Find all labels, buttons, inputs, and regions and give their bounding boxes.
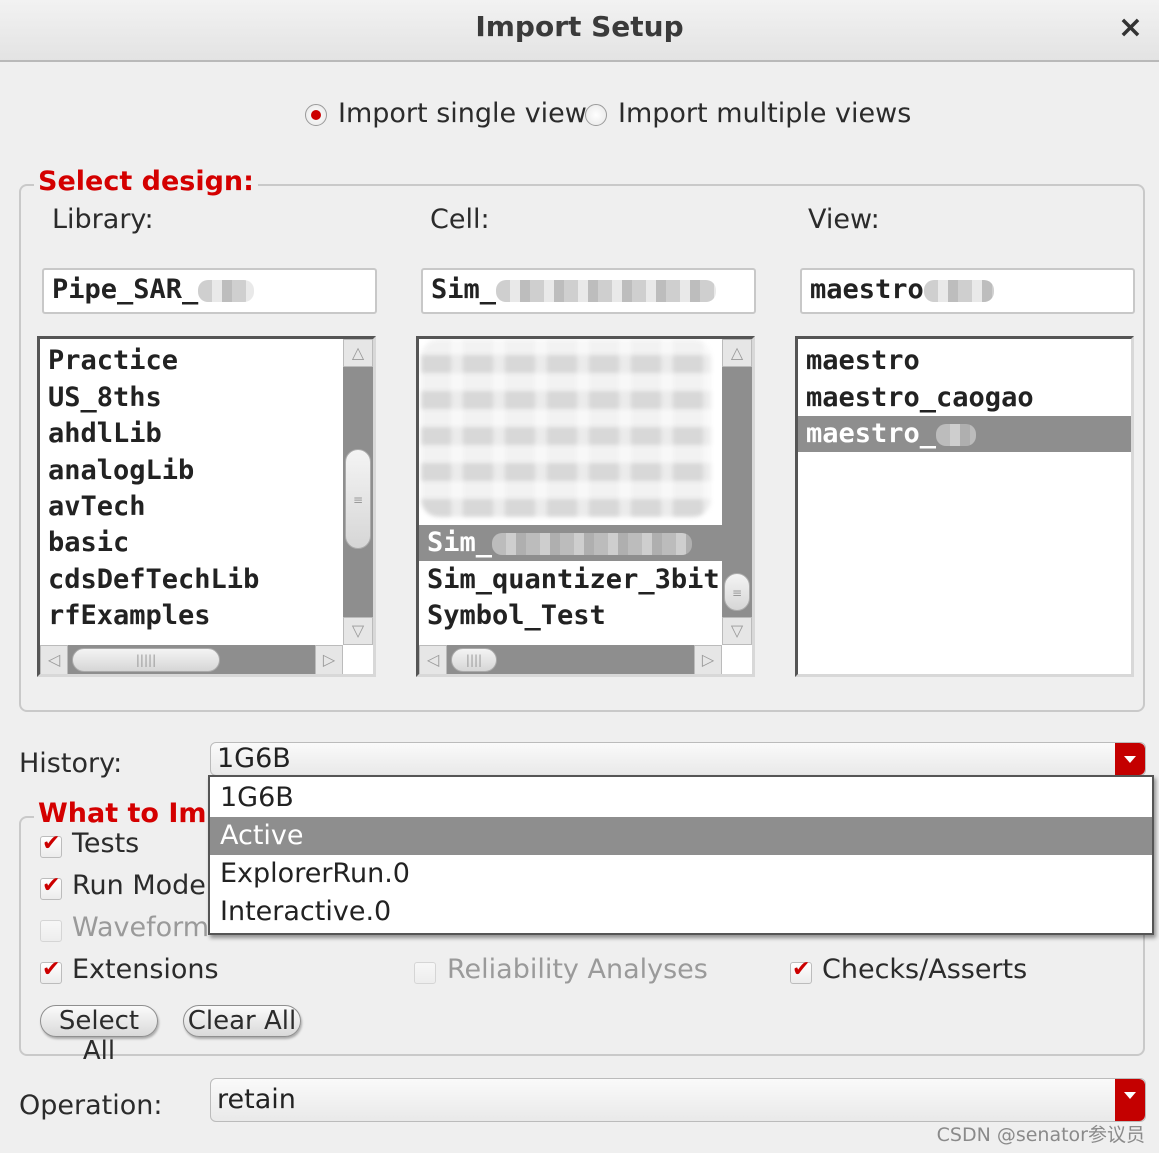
window-title: Import Setup xyxy=(475,10,684,43)
list-item[interactable]: maestro xyxy=(806,343,920,379)
checks-asserts-checkbox[interactable] xyxy=(790,957,812,984)
view-label: View: xyxy=(808,204,880,235)
list-item-label: Sim_ xyxy=(427,527,493,558)
redacted-blur xyxy=(496,279,717,302)
waveform-label: Waveform xyxy=(72,912,210,943)
list-item[interactable]: US_8ths xyxy=(48,380,162,416)
waveform-checkbox[interactable] xyxy=(40,920,62,942)
import-multiple-views-radio[interactable] xyxy=(585,104,607,126)
list-item[interactable]: Practice xyxy=(48,343,178,379)
list-item-selected[interactable]: maestro_ xyxy=(806,416,977,452)
scroll-right-icon[interactable]: ▷ xyxy=(694,645,722,674)
scroll-thumb[interactable]: ≡ xyxy=(724,573,750,611)
list-item[interactable]: Sim_quantizer_3bit xyxy=(427,562,720,598)
scroll-right-icon[interactable]: ▷ xyxy=(315,645,343,674)
select-all-button[interactable]: Select All xyxy=(40,1005,158,1066)
history-value: 1G6B xyxy=(217,743,291,774)
list-item[interactable]: Symbol_Test xyxy=(427,598,606,634)
extensions-checkbox[interactable] xyxy=(40,957,62,984)
scroll-up-icon[interactable]: △ xyxy=(343,339,373,367)
scroll-down-icon[interactable]: ▽ xyxy=(343,617,373,645)
library-label: Library: xyxy=(52,204,154,235)
cell-list[interactable]: Sim_ Sim_quantizer_3bit Symbol_Test △ ≡ … xyxy=(416,336,755,677)
operation-value: retain xyxy=(217,1084,296,1115)
run-mode-checkbox[interactable] xyxy=(40,873,62,900)
dropdown-option[interactable]: ExplorerRun.0 xyxy=(210,855,1152,893)
list-item[interactable]: maestro_caogao xyxy=(806,380,1034,416)
view-list[interactable]: maestro maestro_caogao maestro_ xyxy=(795,336,1134,677)
view-field[interactable]: maestro xyxy=(800,268,1135,314)
view-field-value: maestro xyxy=(810,274,924,305)
list-item[interactable]: analogLib xyxy=(48,453,194,489)
library-list[interactable]: Practice US_8ths ahdlLib analogLib avTec… xyxy=(37,336,376,677)
history-label: History: xyxy=(19,748,123,779)
dropdown-option-highlighted[interactable]: Active xyxy=(210,817,1152,855)
redacted-mosaic xyxy=(421,339,711,517)
list-item[interactable]: avTech xyxy=(48,489,146,525)
list-item[interactable]: cdsDefTechLib xyxy=(48,562,259,598)
redacted-blur xyxy=(198,279,255,302)
library-field[interactable]: Pipe_SAR_ xyxy=(42,268,377,314)
extensions-label: Extensions xyxy=(72,954,219,985)
scroll-thumb[interactable]: ||||| xyxy=(72,648,220,672)
import-single-view-label: Import single view xyxy=(338,98,587,129)
scroll-up-icon[interactable]: △ xyxy=(722,339,752,367)
library-field-value: Pipe_SAR_ xyxy=(52,274,199,305)
operation-label: Operation: xyxy=(19,1090,163,1121)
reliability-analyses-checkbox[interactable] xyxy=(414,962,436,984)
cell-vscrollbar[interactable]: △ ≡ ▽ xyxy=(722,339,752,645)
scroll-left-icon[interactable]: ◁ xyxy=(40,645,68,674)
clear-all-button[interactable]: Clear All xyxy=(183,1005,301,1037)
scroll-down-icon[interactable]: ▽ xyxy=(722,617,752,645)
scroll-thumb[interactable]: |||| xyxy=(451,648,497,672)
scroll-left-icon[interactable]: ◁ xyxy=(419,645,447,674)
title-bar: Import Setup × xyxy=(0,0,1159,62)
tests-label: Tests xyxy=(72,828,140,859)
cell-label: Cell: xyxy=(430,204,490,235)
cell-field-value: Sim_ xyxy=(431,274,497,305)
history-combo[interactable]: 1G6B xyxy=(210,742,1146,776)
list-item[interactable]: ahdlLib xyxy=(48,416,162,452)
what-to-import-title: What to Imp xyxy=(34,798,230,829)
dropdown-option[interactable]: 1G6B xyxy=(210,779,1152,817)
redacted-blur xyxy=(936,423,977,446)
cell-field[interactable]: Sim_ xyxy=(421,268,756,314)
close-icon[interactable]: × xyxy=(1118,10,1143,45)
redacted-blur xyxy=(923,279,994,302)
dropdown-arrow-icon[interactable] xyxy=(1115,743,1145,775)
run-mode-label: Run Mode xyxy=(72,870,206,901)
dropdown-arrow-icon[interactable] xyxy=(1115,1079,1145,1121)
list-item[interactable]: basic xyxy=(48,525,129,561)
select-design-title: Select design: xyxy=(34,166,258,197)
redacted-blur xyxy=(492,532,693,555)
library-hscrollbar[interactable]: ◁ ||||| ▷ xyxy=(40,645,343,674)
import-single-view-radio[interactable] xyxy=(305,104,327,126)
tests-checkbox[interactable] xyxy=(40,831,62,858)
list-item-selected[interactable]: Sim_ xyxy=(427,525,693,561)
list-item-label: maestro_ xyxy=(806,418,937,449)
dropdown-option[interactable]: Interactive.0 xyxy=(210,893,1152,931)
operation-combo[interactable]: retain xyxy=(210,1078,1146,1122)
history-dropdown-popup: 1G6B Active ExplorerRun.0 Interactive.0 xyxy=(208,775,1154,935)
library-vscrollbar[interactable]: △ ≡ ▽ xyxy=(343,339,373,645)
scroll-thumb[interactable]: ≡ xyxy=(345,449,371,549)
watermark: CSDN @senator参议员 xyxy=(936,1124,1145,1146)
import-multiple-views-label: Import multiple views xyxy=(618,98,912,129)
cell-hscrollbar[interactable]: ◁ |||| ▷ xyxy=(419,645,722,674)
reliability-analyses-label: Reliability Analyses xyxy=(447,954,708,985)
list-item[interactable]: rfExamples xyxy=(48,598,211,634)
checks-asserts-label: Checks/Asserts xyxy=(822,954,1028,985)
